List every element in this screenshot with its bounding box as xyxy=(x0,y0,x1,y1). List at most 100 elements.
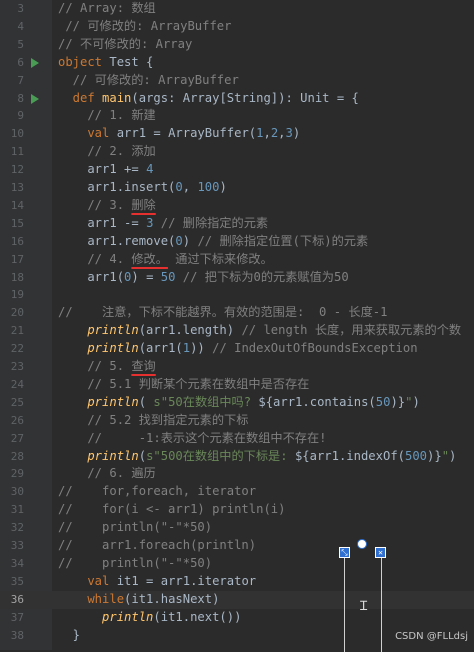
code-text[interactable]: arr1.remove(0) // 删除指定位置(下标)的元素 xyxy=(58,233,368,251)
line-number: 22 xyxy=(10,342,24,356)
code-text[interactable]: // 注意，下标不能越界。有效的范围是: 0 - 长度-1 xyxy=(58,304,387,322)
code-line[interactable]: 14 // 3. 删除 xyxy=(0,197,474,215)
run-icon[interactable] xyxy=(31,93,39,104)
code-token: (arr1( xyxy=(138,341,183,356)
code-line[interactable]: 5 // 不可修改的: Array xyxy=(0,36,474,54)
code-text[interactable]: // arr1.foreach(println) xyxy=(58,537,256,555)
code-token: def xyxy=(58,90,103,105)
code-text[interactable]: val arr1 = ArrayBuffer(1,2,3) xyxy=(58,125,300,143)
code-token: 0 xyxy=(175,233,183,248)
code-line[interactable]: 37 println(it1.next()) xyxy=(0,609,474,627)
code-text[interactable]: arr1.insert(0, 100) xyxy=(58,179,226,197)
code-line[interactable]: 23 // 5. 查询 xyxy=(0,358,474,376)
code-line[interactable]: 8 def main(args: Array[String]): Unit = … xyxy=(0,90,474,108)
code-text[interactable]: // 3. 删除 xyxy=(58,197,155,215)
rotate-handle[interactable] xyxy=(357,539,367,549)
code-line[interactable]: 16 arr1.remove(0) // 删除指定位置(下标)的元素 xyxy=(0,233,474,251)
code-text[interactable]: // 5.1 判断某个元素在数组中是否存在 xyxy=(58,376,309,394)
code-token: // 删除指定位置(下标)的元素 xyxy=(197,233,369,248)
code-text[interactable]: while(it1.hasNext) xyxy=(58,591,219,609)
code-token: Test { xyxy=(109,54,154,69)
code-token: (it1.hasNext) xyxy=(124,591,220,606)
code-text[interactable]: // 不可修改的: Array xyxy=(58,36,192,54)
code-token: ) = xyxy=(131,269,161,284)
code-line[interactable]: 17 // 4. 修改。 通过下标来修改。 xyxy=(0,251,474,269)
code-text[interactable]: // println("-"*50) xyxy=(58,555,212,573)
code-line[interactable]: 24 // 5.1 判断某个元素在数组中是否存在 xyxy=(0,376,474,394)
code-text[interactable]: // 5. 查询 xyxy=(58,358,155,376)
code-text[interactable]: object Test { xyxy=(58,54,153,72)
code-line[interactable]: 12 arr1 += 4 xyxy=(0,161,474,179)
line-number: 23 xyxy=(10,360,24,373)
code-token: // 3. xyxy=(58,197,132,212)
code-token: // arr1.foreach(println) xyxy=(58,538,257,552)
code-line[interactable]: 34 // println("-"*50) xyxy=(0,555,474,573)
code-text[interactable]: arr1 += 4 xyxy=(58,161,153,179)
code-line[interactable]: 6 object Test { xyxy=(0,54,474,72)
code-text[interactable]: val it1 = arr1.iterator xyxy=(58,573,256,591)
code-text[interactable]: println(s"500在数组中的下标是: ${arr1.indexOf(50… xyxy=(58,448,456,466)
code-token: )} xyxy=(427,448,442,463)
code-token: // 删除指定的元素 xyxy=(153,215,269,230)
code-token: 3 xyxy=(285,126,293,141)
code-line[interactable]: 21 println(arr1.length) // length 长度，用来获… xyxy=(0,322,474,340)
code-line[interactable]: 32 // println("-"*50) xyxy=(0,519,474,537)
line-number: 29 xyxy=(10,467,24,481)
code-text[interactable]: // 5.2 找到指定元素的下标 xyxy=(58,412,248,430)
code-text[interactable]: // 可修改的: ArrayBuffer xyxy=(58,72,239,90)
code-line[interactable]: 20 // 注意，下标不能越界。有效的范围是: 0 - 长度-1 xyxy=(0,304,474,322)
code-token: arr1.remove( xyxy=(58,233,176,248)
code-line[interactable]: 19 xyxy=(0,286,474,304)
line-number: 32 xyxy=(10,521,24,535)
code-text[interactable]: def main(args: Array[String]): Unit = { xyxy=(58,90,359,108)
code-text[interactable]: } xyxy=(58,627,80,645)
code-text[interactable]: println( s"50在数组中吗? ${arr1.contains(50)}… xyxy=(58,394,420,412)
line-number: 15 xyxy=(10,216,24,230)
code-line[interactable]: 10 val arr1 = ArrayBuffer(1,2,3) xyxy=(0,125,474,143)
code-line[interactable]: 7 // 可修改的: ArrayBuffer xyxy=(0,72,474,90)
code-token: println xyxy=(58,341,139,356)
code-line[interactable]: 26 // 5.2 找到指定元素的下标 xyxy=(0,412,474,430)
code-line[interactable]: 29 // 6. 遍历 xyxy=(0,465,474,483)
code-text[interactable]: println(arr1.length) // length 长度，用来获取元素… xyxy=(58,322,461,340)
code-text[interactable]: // 4. 修改。 通过下标来修改。 xyxy=(58,251,272,269)
code-line[interactable]: 11 // 2. 添加 xyxy=(0,143,474,161)
code-text[interactable]: println(it1.next()) xyxy=(58,609,241,627)
code-line[interactable]: 4 // 可修改的: ArrayBuffer xyxy=(0,18,474,36)
code-line[interactable]: 9 // 1. 新建 xyxy=(0,107,474,125)
code-line[interactable]: 30 // for,foreach, iterator xyxy=(0,483,474,501)
code-text[interactable]: println(arr1(1)) // IndexOutOfBoundsExce… xyxy=(58,340,417,358)
code-line[interactable]: 22 println(arr1(1)) // IndexOutOfBoundsE… xyxy=(0,340,474,358)
code-text[interactable]: arr1(0) = 50 // 把下标为0的元素赋值为50 xyxy=(58,269,348,287)
close-handle-icon[interactable]: ✕ xyxy=(375,547,386,558)
code-text[interactable]: // for,foreach, iterator xyxy=(58,483,256,501)
code-line[interactable]: 13 arr1.insert(0, 100) xyxy=(0,179,474,197)
code-text[interactable]: // 2. 添加 xyxy=(58,143,155,161)
line-number: 36 xyxy=(10,592,24,606)
code-text[interactable]: // -1:表示这个元素在数组中不存在! xyxy=(58,430,326,448)
code-text[interactable]: // 6. 遍历 xyxy=(58,465,155,483)
code-line[interactable]: 36 while(it1.hasNext) xyxy=(0,590,474,609)
code-line[interactable]: 15 arr1 -= 3 // 删除指定的元素 xyxy=(0,215,474,233)
code-text[interactable]: arr1 -= 3 // 删除指定的元素 xyxy=(58,215,268,233)
resize-handle-left-icon[interactable]: ⤡ xyxy=(339,547,350,558)
code-line[interactable]: 18 arr1(0) = 50 // 把下标为0的元素赋值为50 xyxy=(0,269,474,287)
code-line[interactable]: 31 // for(i <- arr1) println(i) xyxy=(0,501,474,519)
code-text[interactable]: // 可修改的: ArrayBuffer xyxy=(58,18,231,36)
code-token: println xyxy=(58,323,139,338)
line-number: 13 xyxy=(10,181,24,194)
code-text[interactable]: // println("-"*50) xyxy=(58,519,212,537)
code-text[interactable]: // for(i <- arr1) println(i) xyxy=(58,501,285,519)
code-line[interactable]: 35 val it1 = arr1.iterator xyxy=(0,573,474,591)
line-number: 9 xyxy=(17,109,24,123)
code-line[interactable]: 28 println(s"500在数组中的下标是: ${arr1.indexOf… xyxy=(0,448,474,466)
text-cursor-icon: Ɪ xyxy=(360,599,368,614)
code-line[interactable]: 25 println( s"50在数组中吗? ${arr1.contains(5… xyxy=(0,394,474,412)
code-text[interactable]: // 1. 新建 xyxy=(58,107,155,125)
code-line[interactable]: 3 // Array: 数组 xyxy=(0,0,474,18)
line-number: 26 xyxy=(10,413,24,427)
code-text[interactable]: // Array: 数组 xyxy=(58,0,156,18)
code-line[interactable]: 33 // arr1.foreach(println) xyxy=(0,537,474,555)
code-line[interactable]: 27 // -1:表示这个元素在数组中不存在! xyxy=(0,430,474,448)
run-icon[interactable] xyxy=(31,57,39,68)
